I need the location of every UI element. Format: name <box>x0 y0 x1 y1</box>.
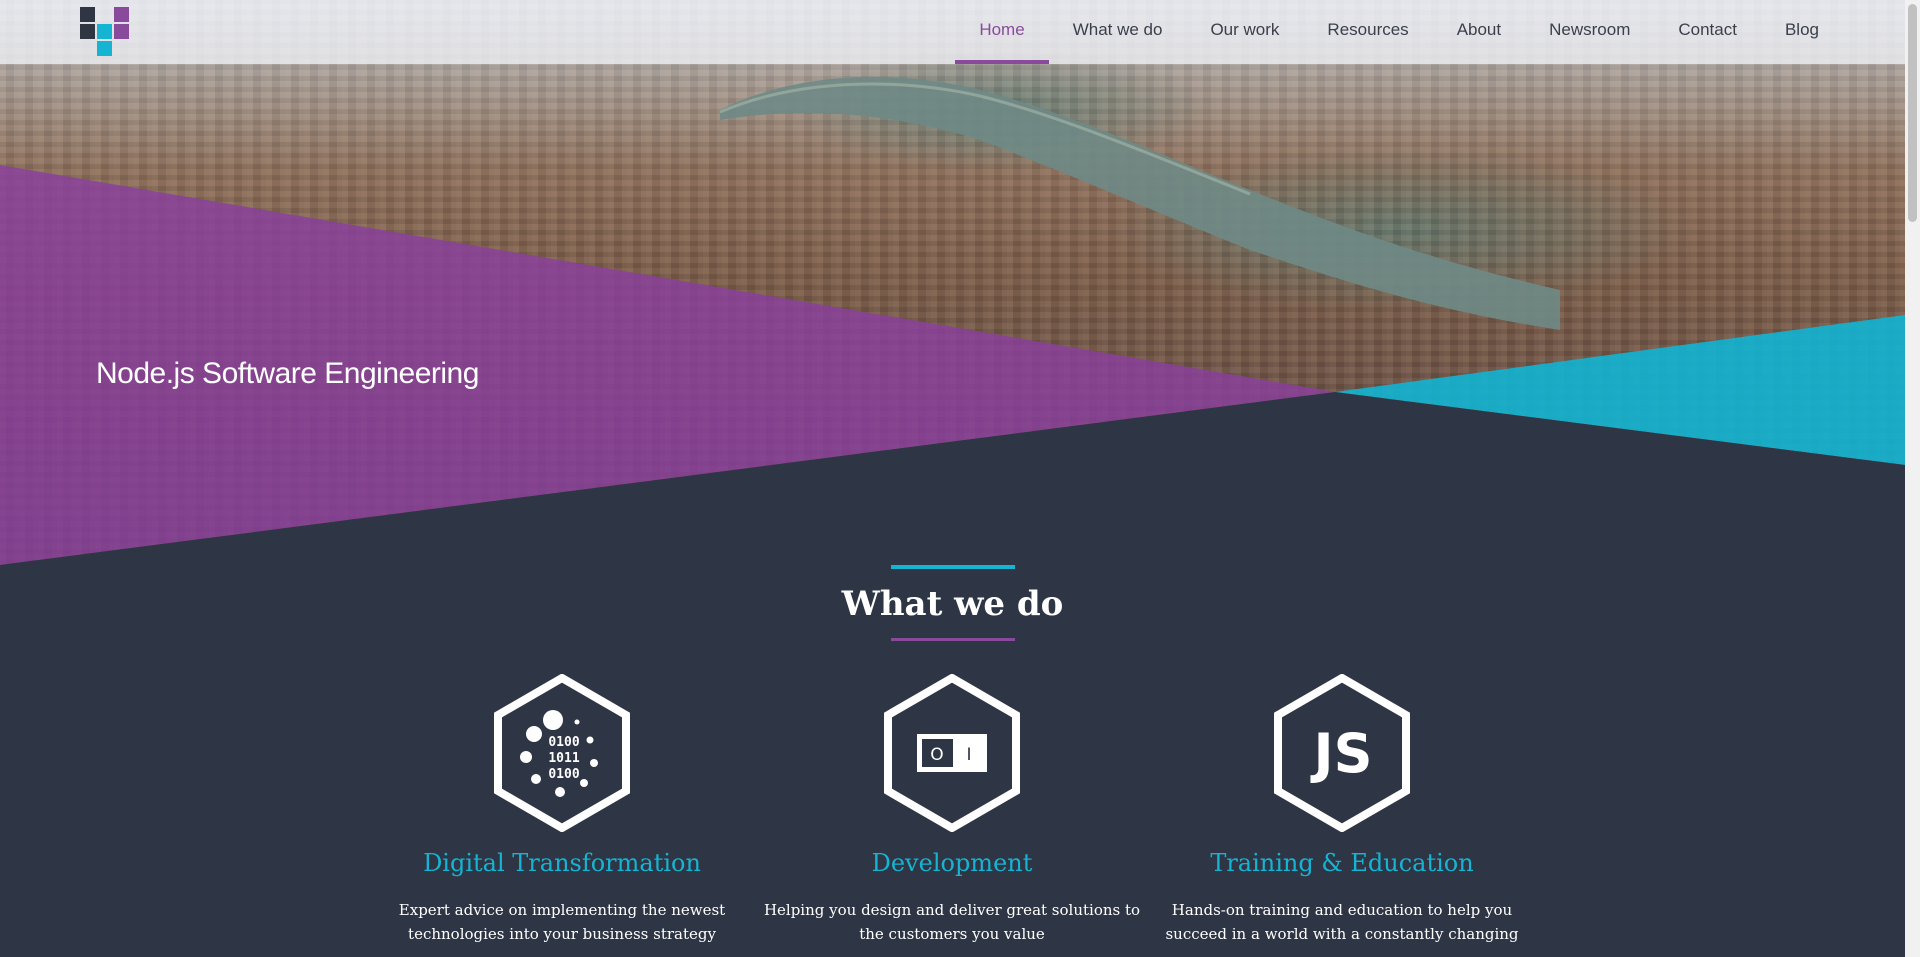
page-scrollbar[interactable] <box>1905 0 1920 957</box>
toggle-switch-icon: O I <box>884 674 1020 832</box>
binary-line-2: 1011 <box>548 751 579 766</box>
nav-item-blog[interactable]: Blog <box>1761 0 1843 64</box>
nav-menu: Home What we do Our work Resources About… <box>955 0 1843 64</box>
binary-line-1: 0100 <box>548 735 579 750</box>
hero-diagonal-shapes <box>0 165 1905 565</box>
nav-item-contact[interactable]: Contact <box>1654 0 1761 64</box>
nav-item-home[interactable]: Home <box>955 0 1050 64</box>
nav-item-what-we-do[interactable]: What we do <box>1049 0 1187 64</box>
switch-off-label: O <box>930 745 943 765</box>
service-description: Expert advice on implementing the newest… <box>398 901 726 943</box>
service-title[interactable]: Digital Transformation <box>367 849 757 877</box>
section-accent-rule-top <box>891 565 1015 569</box>
js-label: JS <box>1310 722 1373 785</box>
nav-item-our-work[interactable]: Our work <box>1186 0 1303 64</box>
section-accent-rule-bottom <box>891 638 1015 641</box>
nav-item-about[interactable]: About <box>1433 0 1525 64</box>
scrollbar-thumb[interactable] <box>1908 4 1917 222</box>
service-title[interactable]: Development <box>757 849 1147 877</box>
top-navbar: Home What we do Our work Resources About… <box>0 0 1905 64</box>
switch-on-label: I <box>966 745 971 765</box>
hero-banner: Node.js Software Engineering <box>0 0 1905 565</box>
service-description: Helping you design and deliver great sol… <box>763 901 1141 943</box>
company-logo[interactable] <box>80 7 130 57</box>
nav-item-newsroom[interactable]: Newsroom <box>1525 0 1654 64</box>
binary-line-3: 0100 <box>548 767 579 782</box>
javascript-icon: JS <box>1274 674 1410 832</box>
nav-item-resources[interactable]: Resources <box>1303 0 1432 64</box>
hero-title: Node.js Software Engineering <box>96 357 479 390</box>
what-we-do-section: What we do 0100 1011 0100 Digital Transf… <box>0 565 1905 957</box>
service-title[interactable]: Training & Education <box>1147 849 1537 877</box>
binary-data-icon: 0100 1011 0100 <box>494 674 630 832</box>
service-description: Hands-on training and education to help … <box>1165 901 1519 943</box>
service-training-education[interactable]: JS Training & Education Hands-on trainin… <box>1147 674 1537 946</box>
service-development[interactable]: O I Development Helping you design and d… <box>757 674 1147 946</box>
section-title: What we do <box>841 584 1064 624</box>
service-digital-transformation[interactable]: 0100 1011 0100 Digital Transformation Ex… <box>367 674 757 946</box>
